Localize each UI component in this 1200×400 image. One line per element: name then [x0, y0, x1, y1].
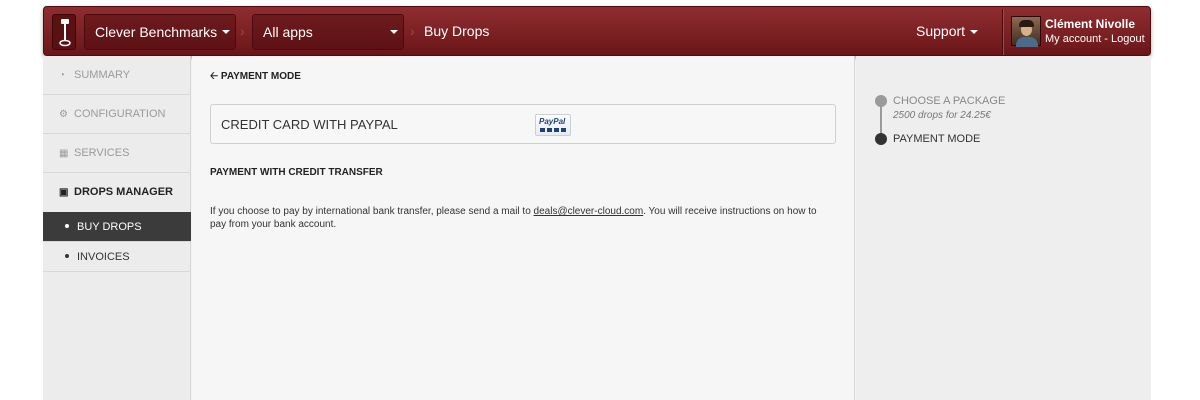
- step-dot-completed: [875, 95, 887, 107]
- user-name: Clément Nivolle: [1045, 17, 1136, 31]
- apps-label: All apps: [263, 24, 313, 40]
- step-payment-mode: PAYMENT MODE: [893, 133, 981, 145]
- paypal-payment-option[interactable]: CREDIT CARD WITH PAYPAL PayPal: [210, 104, 836, 144]
- back-link-label: PAYMENT MODE: [220, 71, 301, 82]
- sidebar-subitem-invoices[interactable]: INVOICES: [43, 242, 191, 272]
- step-package-detail: 2500 drops for 24.25€: [893, 110, 991, 121]
- main-content: 🡠 PAYMENT MODE CREDIT CARD WITH PAYPAL P…: [192, 56, 855, 400]
- account-links-separator: -: [1101, 33, 1112, 45]
- transfer-instructions: If you choose to pay by international ba…: [210, 206, 817, 230]
- support-menu[interactable]: Support: [916, 23, 979, 39]
- sidebar-subitem-label: BUY DROPS: [77, 221, 142, 233]
- cart-icon: ▣: [59, 187, 69, 198]
- org-name: Clever Benchmarks: [95, 24, 218, 40]
- step-dot-current: [875, 133, 887, 145]
- logout-link[interactable]: Logout: [1111, 33, 1145, 45]
- sidebar-item-label: DROPS MANAGER: [74, 186, 174, 198]
- app: Clever Benchmarks › All apps › Buy Drops…: [43, 6, 1151, 400]
- back-link[interactable]: 🡠 PAYMENT MODE: [210, 69, 301, 86]
- paypal-option-label: CREDIT CARD WITH PAYPAL: [221, 117, 398, 132]
- sidebar-item-services[interactable]: ▦ SERVICES: [43, 134, 191, 173]
- paypal-logo: PayPal: [535, 114, 571, 136]
- sidebar: ◔ SUMMARY ⚙ CONFIGURATION ▦ SERVICES ▣ DROPS…: [43, 56, 191, 400]
- sidebar-item-label: SUMMARY: [74, 69, 131, 81]
- sidebar-subitem-label: INVOICES: [77, 251, 130, 263]
- gears-icon: ⚙: [59, 109, 68, 120]
- grid-icon: ▦: [59, 148, 69, 159]
- transfer-section-title: PAYMENT WITH CREDIT TRANSFER: [210, 167, 383, 178]
- page-title: Buy Drops: [424, 23, 490, 39]
- breadcrumb-separator: ›: [240, 23, 245, 39]
- sidebar-subitem-buy-drops[interactable]: BUY DROPS: [43, 212, 191, 242]
- chevron-down-icon: [390, 30, 398, 34]
- sidebar-item-drops-manager[interactable]: ▣ DROPS MANAGER: [43, 173, 191, 212]
- sidebar-item-configuration[interactable]: ⚙ CONFIGURATION: [43, 95, 191, 134]
- breadcrumb-separator: ›: [410, 23, 415, 39]
- chevron-down-icon: [970, 30, 979, 35]
- purchase-steps: CHOOSE A PACKAGE 2500 drops for 24.25€ P…: [856, 56, 1151, 400]
- bullet-icon: [65, 254, 69, 259]
- divider: [1002, 9, 1003, 55]
- support-label: Support: [916, 23, 966, 39]
- chevron-down-icon: [222, 30, 230, 34]
- dashboard-icon: ◔: [59, 70, 66, 81]
- clever-cloud-logo[interactable]: [52, 14, 76, 50]
- email-link[interactable]: deals@clever-cloud.com: [534, 206, 644, 217]
- sidebar-item-label: SERVICES: [74, 147, 130, 159]
- step-choose-package[interactable]: CHOOSE A PACKAGE: [893, 95, 1005, 107]
- avatar[interactable]: [1011, 16, 1041, 47]
- bullet-icon: [65, 224, 69, 229]
- org-dropdown[interactable]: Clever Benchmarks: [84, 14, 236, 50]
- sidebar-item-summary[interactable]: ◔ SUMMARY: [43, 56, 191, 95]
- arrow-left-icon: 🡠: [210, 71, 219, 82]
- top-navbar: Clever Benchmarks › All apps › Buy Drops…: [43, 6, 1151, 56]
- sidebar-item-label: CONFIGURATION: [74, 108, 166, 120]
- apps-dropdown[interactable]: All apps: [252, 14, 404, 50]
- account-links: My account - Logout: [1045, 33, 1145, 45]
- my-account-link[interactable]: My account: [1045, 33, 1101, 45]
